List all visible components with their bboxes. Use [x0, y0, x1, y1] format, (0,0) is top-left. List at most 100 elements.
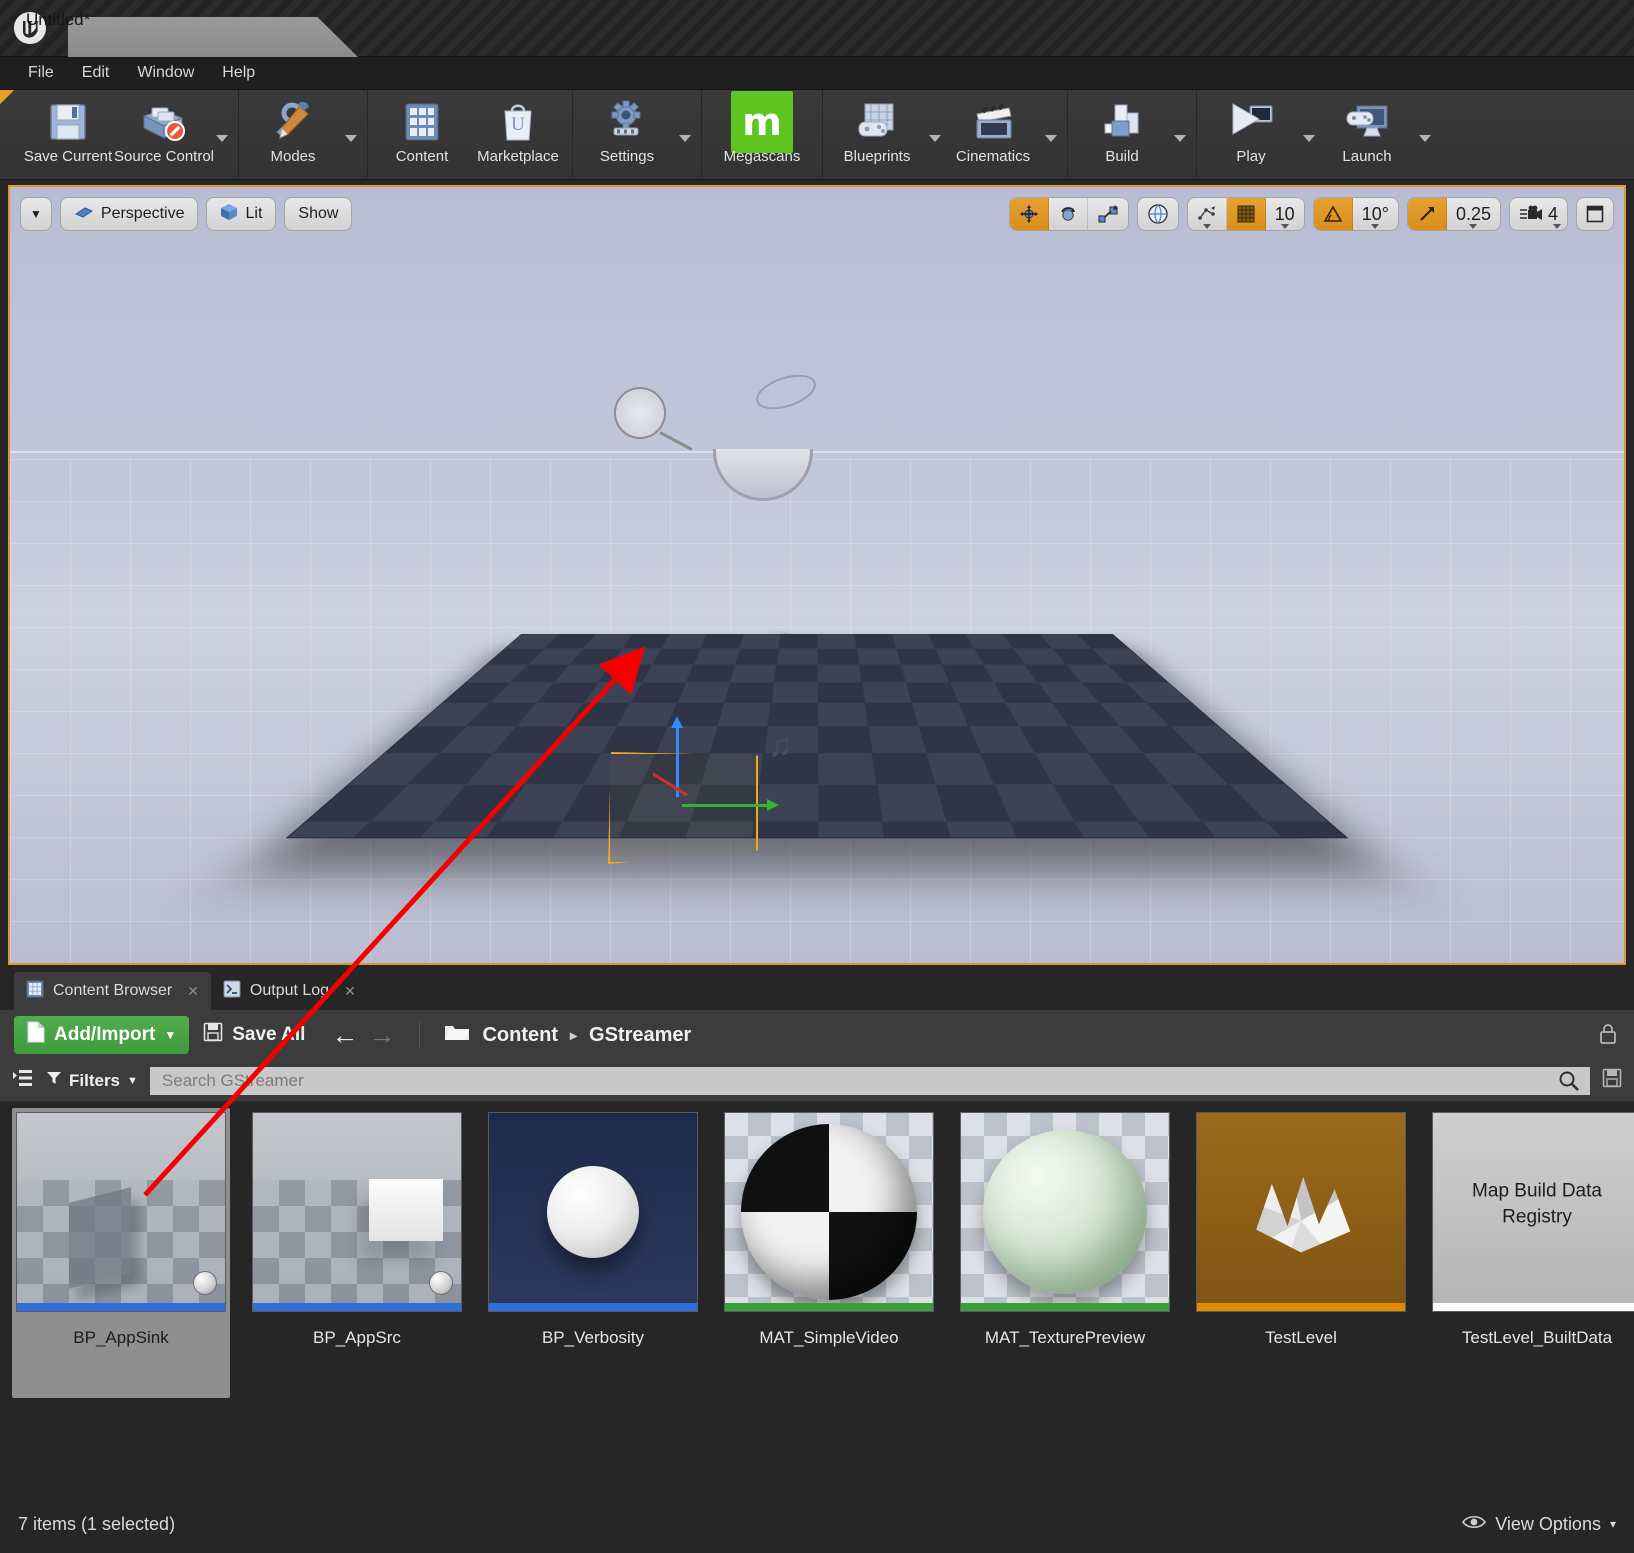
- asset-label: BP_AppSrc: [313, 1328, 401, 1347]
- viewport-camera-mode-button[interactable]: Perspective: [59, 197, 199, 231]
- view-options-button[interactable]: View Options ▾: [1462, 1514, 1616, 1535]
- maximize-viewport-icon[interactable]: [1577, 198, 1613, 230]
- asset-tile-bp-appsrc[interactable]: BP_AppSrc: [248, 1108, 466, 1398]
- tab-content-browser-label: Content Browser: [53, 982, 173, 999]
- back-arrow-icon[interactable]: ←: [331, 1020, 358, 1051]
- save-all-icon: [203, 1022, 223, 1048]
- launch-button[interactable]: Launch: [1319, 90, 1415, 174]
- selected-actor-outline[interactable]: [608, 752, 758, 864]
- asset-tile-bp-verbosity[interactable]: BP_Verbosity: [484, 1108, 702, 1398]
- document-tab[interactable]: [68, 17, 358, 57]
- source-control-button[interactable]: Source Control: [114, 90, 214, 174]
- save-search-icon[interactable]: [1602, 1068, 1622, 1094]
- blueprint-badge-icon: [193, 1271, 217, 1295]
- build-button[interactable]: Build: [1074, 90, 1170, 174]
- save-current-button[interactable]: Save Current: [20, 90, 116, 174]
- content-button[interactable]: Content: [374, 90, 470, 174]
- asset-tile-testlevel-builtdata[interactable]: Map Build Data Registry TestLevel_BuiltD…: [1428, 1108, 1634, 1398]
- viewport-toolbar-left: ▼ Perspective Lit Show: [20, 197, 353, 231]
- content-browser-toolbar: Add/Import ▼ Save All ← → Content ▸ GStr…: [0, 1010, 1634, 1060]
- asset-tile-bp-appsink[interactable]: BP_AppSink: [12, 1108, 230, 1398]
- menu-help[interactable]: Help: [208, 60, 269, 86]
- coordinate-system-group: [1136, 197, 1179, 231]
- sources-panel-icon[interactable]: [12, 1068, 34, 1093]
- level-viewport[interactable]: ♫ Z X Y ◎ ▼ Perspective: [8, 185, 1626, 965]
- menu-window[interactable]: Window: [123, 60, 208, 86]
- toolbar-group-modes: Modes: [239, 90, 368, 178]
- audio-actor-icon[interactable]: ♫: [768, 727, 804, 763]
- search-input[interactable]: [149, 1066, 1590, 1095]
- asset-thumbnail: [252, 1112, 462, 1312]
- add-import-button[interactable]: Add/Import ▼: [14, 1016, 190, 1054]
- world-coordinate-button[interactable]: [1138, 198, 1178, 230]
- marketplace-button[interactable]: U Marketplace: [470, 90, 566, 174]
- asset-label: BP_AppSink: [73, 1328, 169, 1347]
- scale-snap-group: 0.25: [1406, 197, 1501, 231]
- atmospheric-fog-actor[interactable]: [751, 368, 821, 416]
- tab-output-log-close-icon[interactable]: ✕: [344, 983, 356, 1000]
- launch-dropdown-caret[interactable]: [1415, 96, 1435, 180]
- settings-dropdown-caret[interactable]: [675, 96, 695, 180]
- megascans-button[interactable]: m Megascans: [708, 90, 816, 174]
- scale-mode-button[interactable]: [1088, 198, 1128, 230]
- modes-dropdown-caret[interactable]: [341, 96, 361, 180]
- launch-label: Launch: [1342, 148, 1392, 165]
- play-button[interactable]: Play: [1203, 90, 1299, 174]
- rotation-snap-value-button[interactable]: 10°: [1353, 198, 1398, 230]
- blueprints-dropdown-caret[interactable]: [925, 96, 945, 180]
- asset-tile-mat-simplevideo[interactable]: MAT_SimpleVideo: [720, 1108, 938, 1398]
- gizmo-y-axis[interactable]: [682, 799, 779, 811]
- modes-wrench-icon: [268, 96, 318, 148]
- toolbar-group-file: Save Current Source Control: [14, 90, 239, 178]
- rotation-snap-toggle-button[interactable]: [1313, 198, 1353, 230]
- save-current-label: Save Current: [23, 148, 113, 165]
- cinematics-clapper-icon: [967, 96, 1019, 148]
- viewport-show-menu-button[interactable]: Show: [284, 197, 353, 231]
- asset-tile-mat-texturepreview[interactable]: MAT_TexturePreview: [956, 1108, 1174, 1398]
- content-browser-status-bar: 7 items (1 selected) View Options ▾: [0, 1495, 1634, 1553]
- viewport-viewmode-button[interactable]: Lit: [206, 197, 277, 231]
- scale-snap-value-button[interactable]: 0.25: [1447, 198, 1500, 230]
- source-control-dropdown-caret[interactable]: [212, 96, 232, 180]
- breadcrumb: Content ▸ GStreamer: [444, 1022, 691, 1048]
- tab-output-log[interactable]: Output Log ✕: [211, 972, 368, 1010]
- breadcrumb-content[interactable]: Content: [482, 1024, 558, 1047]
- settings-button[interactable]: Settings: [579, 90, 675, 174]
- save-all-button[interactable]: Save All: [203, 1022, 305, 1048]
- directional-light-actor[interactable]: [614, 387, 666, 439]
- build-dropdown-caret[interactable]: [1170, 96, 1190, 180]
- modes-label: Modes: [270, 148, 316, 165]
- translate-mode-button[interactable]: [1009, 198, 1049, 230]
- surface-snap-button[interactable]: [1188, 198, 1227, 230]
- toolbar-group-megascans: m Megascans: [702, 90, 823, 178]
- menu-edit[interactable]: Edit: [68, 60, 124, 86]
- tab-content-browser-close-icon[interactable]: ✕: [187, 983, 199, 1000]
- asset-thumbnail: [1196, 1112, 1406, 1312]
- forward-arrow-icon[interactable]: →: [368, 1020, 395, 1051]
- asset-tile-testlevel[interactable]: TestLevel: [1192, 1108, 1410, 1398]
- viewport-canvas[interactable]: ♫ Z X Y ◎ ▼ Perspective: [10, 187, 1624, 963]
- grid-snap-value-button[interactable]: 10: [1266, 198, 1304, 230]
- blueprints-button[interactable]: Blueprints: [829, 90, 925, 174]
- grid-snap-toggle-button[interactable]: [1226, 198, 1266, 230]
- rotate-mode-button[interactable]: [1049, 198, 1088, 230]
- menu-file[interactable]: File: [14, 60, 68, 86]
- lock-icon[interactable]: [1598, 1023, 1618, 1051]
- cinematics-dropdown-caret[interactable]: [1041, 96, 1061, 180]
- filters-button[interactable]: Filters ▼: [46, 1070, 138, 1091]
- play-dropdown-caret[interactable]: [1299, 96, 1319, 180]
- viewport-options-menu-button[interactable]: ▼: [20, 197, 52, 231]
- search-icon[interactable]: [1558, 1070, 1580, 1098]
- asset-label: TestLevel: [1265, 1328, 1337, 1347]
- breadcrumb-gstreamer[interactable]: GStreamer: [589, 1024, 691, 1047]
- breadcrumb-separator-icon: ▸: [570, 1026, 578, 1043]
- modes-button[interactable]: Modes: [245, 90, 341, 174]
- cinematics-button[interactable]: Cinematics: [945, 90, 1041, 174]
- document-tab-label: Untitled*: [26, 10, 91, 29]
- floppy-disk-icon: [44, 96, 92, 148]
- blueprint-badge-icon: [429, 1271, 453, 1295]
- blueprints-label: Blueprints: [843, 148, 911, 165]
- scale-snap-toggle-button[interactable]: [1407, 198, 1447, 230]
- camera-speed-button[interactable]: 4: [1510, 198, 1567, 230]
- tab-content-browser[interactable]: Content Browser ✕: [14, 972, 211, 1010]
